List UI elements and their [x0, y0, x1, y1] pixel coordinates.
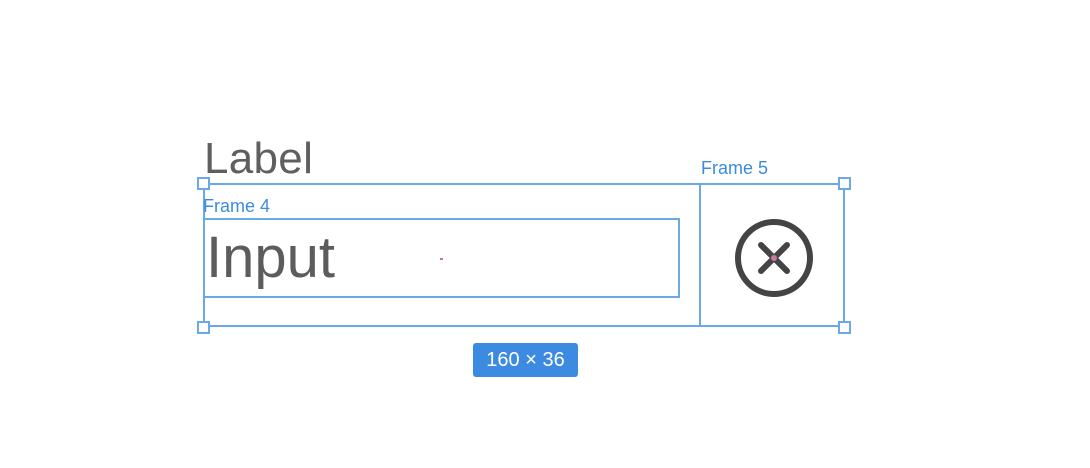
close-circle-icon-graphic [735, 219, 813, 297]
resize-handle-top-right[interactable] [838, 177, 851, 190]
dimension-badge: 160 × 36 [473, 343, 578, 377]
design-canvas[interactable]: Label Frame 5 Frame 4 Input 160 × 36 [0, 0, 1090, 468]
label-text-layer[interactable]: Label [204, 134, 313, 184]
resize-handle-bottom-right[interactable] [838, 321, 851, 334]
input-text-layer[interactable]: Input [206, 226, 335, 290]
frame-divider-line [699, 183, 701, 327]
close-circle-icon[interactable] [732, 216, 816, 300]
frame-4-name-tag[interactable]: Frame 4 [203, 196, 270, 216]
cursor-marker [440, 258, 443, 260]
frame-5-name-tag[interactable]: Frame 5 [701, 158, 768, 178]
resize-handle-top-left[interactable] [197, 177, 210, 190]
resize-handle-bottom-left[interactable] [197, 321, 210, 334]
